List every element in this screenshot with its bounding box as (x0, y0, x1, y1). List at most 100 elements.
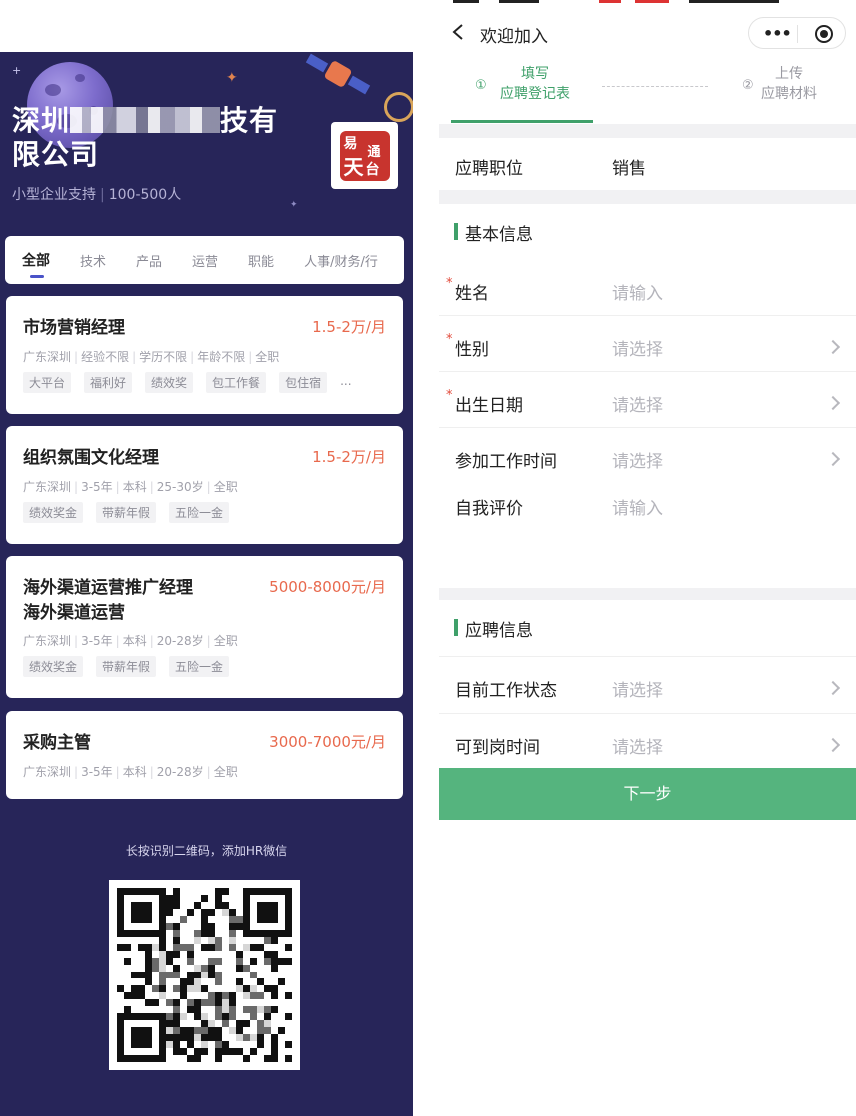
qr-module (257, 1020, 264, 1028)
birthdate-field-row[interactable]: * 出生日期 请选择 (439, 372, 856, 428)
job-card[interactable]: 采购主管 3000-7000元/月 广东深圳 | 3-5年 | 本科 | 20-28岁 | 全职 (6, 711, 403, 799)
qr-module (187, 964, 194, 972)
qr-module (285, 957, 292, 965)
job-category-tabs: 全部 技术 产品 运营 职能 人事/财务/行 (5, 236, 404, 284)
step-upload-materials[interactable]: ② 上传 应聘材料 (742, 64, 824, 104)
chevron-left-icon[interactable] (451, 24, 465, 40)
qr-module (124, 1006, 131, 1014)
target-circle-icon[interactable] (815, 25, 833, 43)
qr-module (117, 1055, 124, 1062)
tab-operations[interactable]: 运营 (192, 251, 218, 270)
qr-module (215, 943, 222, 951)
qr-module (180, 978, 187, 986)
qr-module (278, 971, 285, 979)
qr-module (236, 943, 243, 951)
qr-module (138, 957, 145, 965)
qr-module (229, 964, 236, 972)
qr-module (152, 901, 159, 909)
qr-module (138, 894, 145, 902)
name-field-row[interactable]: * 姓名 请输入 (439, 260, 856, 316)
qr-module (243, 943, 250, 951)
qr-module (173, 1034, 180, 1042)
more-dots-icon[interactable]: ••• (763, 24, 792, 43)
qr-module (145, 1034, 152, 1042)
qr-module (138, 943, 145, 951)
qr-module (187, 908, 194, 916)
job-card[interactable]: 海外渠道运营推广经理 海外渠道运营 5000-8000元/月 广东深圳 | 3-5年 |… (6, 556, 403, 698)
qr-module (285, 950, 292, 958)
qr-module (264, 1027, 271, 1035)
qr-module (229, 1034, 236, 1042)
work-status-select[interactable]: 请选择 (612, 676, 663, 701)
qr-module (124, 922, 131, 930)
birthdate-select[interactable]: 请选择 (612, 391, 663, 416)
qr-module (236, 1034, 243, 1042)
qr-module (201, 1034, 208, 1042)
self-evaluation-textarea[interactable]: 请输入 (612, 494, 663, 519)
tab-hr-finance[interactable]: 人事/财务/行 (304, 251, 378, 270)
qr-module (124, 936, 131, 944)
chevron-right-icon (825, 395, 841, 411)
job-card[interactable]: 市场营销经理 1.5-2万/月 广东深圳 | 经验不限 | 学历不限 | 年龄不限 | 全职 大… (6, 296, 403, 414)
available-date-select[interactable]: 请选择 (612, 733, 663, 758)
qr-module (285, 894, 292, 902)
qr-module (236, 1006, 243, 1014)
form-steps: ① 填写 应聘登记表 ② 上传 应聘材料 (439, 60, 856, 124)
qr-module (159, 1041, 166, 1049)
qr-module (250, 1041, 257, 1049)
qr-module (278, 1048, 285, 1056)
chevron-right-icon (825, 737, 841, 753)
step-fill-form[interactable]: ① 填写 应聘登记表 (475, 64, 585, 104)
qr-module (131, 957, 138, 965)
application-info-section-header: 应聘信息 (439, 600, 856, 656)
qr-module (124, 915, 131, 923)
qr-module (124, 908, 131, 916)
qr-module (145, 978, 152, 986)
next-step-button[interactable]: 下一步 (439, 768, 856, 820)
qr-module (236, 901, 243, 909)
qr-module (264, 1048, 271, 1056)
hr-wechat-qr-code[interactable] (109, 880, 300, 1070)
job-card[interactable]: 组织氛围文化经理 1.5-2万/月 广东深圳 | 3-5年 | 本科 | 25-30岁 | 全职… (6, 426, 403, 544)
tab-all[interactable]: 全部 (22, 250, 50, 278)
qr-module (173, 971, 180, 979)
work-start-field-row[interactable]: 参加工作时间 请选择 (439, 428, 856, 478)
qr-module (152, 999, 159, 1007)
qr-module (222, 943, 229, 951)
qr-module (138, 1041, 145, 1049)
qr-module (215, 1013, 222, 1021)
available-date-field-row[interactable]: 可到岗时间 请选择 (439, 714, 856, 768)
job-tag: 福利好 (84, 372, 133, 393)
more-tags-indicator: ... (340, 374, 352, 388)
work-start-select[interactable]: 请选择 (612, 447, 663, 472)
qr-module (138, 999, 145, 1007)
qr-module (285, 922, 292, 930)
gender-field-row[interactable]: * 性别 请选择 (439, 316, 856, 372)
qr-module (278, 1013, 285, 1021)
name-input[interactable]: 请输入 (612, 279, 663, 304)
tab-tech[interactable]: 技术 (80, 251, 106, 270)
tab-product[interactable]: 产品 (136, 251, 162, 270)
qr-module (194, 1048, 201, 1056)
chevron-right-icon (825, 680, 841, 696)
qr-module (194, 978, 201, 986)
qr-module (117, 1006, 124, 1014)
qr-module (166, 964, 173, 972)
qr-module (159, 908, 166, 916)
gender-select[interactable]: 请选择 (612, 335, 663, 360)
qr-module (131, 971, 138, 979)
qr-module (159, 1006, 166, 1014)
qr-module (138, 1048, 145, 1056)
qr-module (229, 1041, 236, 1049)
qr-module (264, 929, 271, 937)
qr-module (236, 985, 243, 993)
qr-module (159, 943, 166, 951)
self-evaluation-field-row[interactable]: 自我评价 请输入 (439, 478, 856, 588)
qr-module (187, 1013, 194, 1021)
work-status-field-row[interactable]: 目前工作状态 请选择 (439, 656, 856, 714)
qr-module (222, 971, 229, 979)
qr-module (145, 1048, 152, 1056)
tab-functions[interactable]: 职能 (248, 251, 274, 270)
qr-module (173, 964, 180, 972)
qr-module (145, 929, 152, 937)
